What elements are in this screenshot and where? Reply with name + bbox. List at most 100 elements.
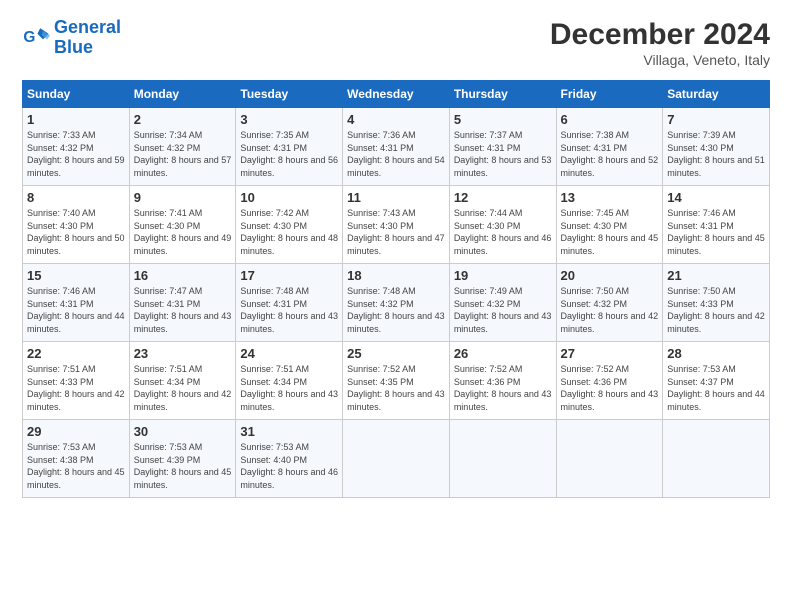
logo: G General Blue	[22, 18, 121, 58]
day-cell: 15 Sunrise: 7:46 AMSunset: 4:31 PMDayligh…	[23, 264, 130, 342]
day-cell: 11 Sunrise: 7:43 AMSunset: 4:30 PMDayligh…	[343, 186, 450, 264]
day-number: 21	[667, 268, 765, 283]
logo-blue: Blue	[54, 38, 121, 58]
day-number: 9	[134, 190, 232, 205]
day-number: 10	[240, 190, 338, 205]
day-cell: 24Sunrise: 7:51 AMSunset: 4:34 PMDayligh…	[236, 342, 343, 420]
day-info: Sunrise: 7:50 AMSunset: 4:33 PMDaylight:…	[667, 285, 765, 335]
day-cell: 17 Sunrise: 7:48 AMSunset: 4:31 PMDayligh…	[236, 264, 343, 342]
day-info: Sunrise: 7:41 AMSunset: 4:30 PMDaylight:…	[134, 207, 232, 257]
day-number: 14	[667, 190, 765, 205]
day-number: 8	[27, 190, 125, 205]
day-cell: 20Sunrise: 7:50 AMSunset: 4:32 PMDayligh…	[556, 264, 663, 342]
day-number: 18	[347, 268, 445, 283]
logo-general: General	[54, 17, 121, 37]
day-number: 22	[27, 346, 125, 361]
day-number: 28	[667, 346, 765, 361]
day-info: Sunrise: 7:34 AMSunset: 4:32 PMDaylight:…	[134, 129, 232, 179]
day-number: 7	[667, 112, 765, 127]
day-cell: 13Sunrise: 7:45 AMSunset: 4:30 PMDayligh…	[556, 186, 663, 264]
col-header-thursday: Thursday	[449, 81, 556, 108]
day-cell: 27 Sunrise: 7:52 AMSunset: 4:36 PMDayligh…	[556, 342, 663, 420]
day-cell	[343, 420, 450, 498]
day-cell: 4Sunrise: 7:36 AMSunset: 4:31 PMDaylight…	[343, 108, 450, 186]
day-cell: 22Sunrise: 7:51 AMSunset: 4:33 PMDayligh…	[23, 342, 130, 420]
day-cell: 8 Sunrise: 7:40 AMSunset: 4:30 PMDaylight…	[23, 186, 130, 264]
header-row: SundayMondayTuesdayWednesdayThursdayFrid…	[23, 81, 770, 108]
day-info: Sunrise: 7:46 AMSunset: 4:31 PMDaylight:…	[667, 207, 765, 257]
day-cell: 28 Sunrise: 7:53 AMSunset: 4:37 PMDayligh…	[663, 342, 770, 420]
day-cell	[449, 420, 556, 498]
day-number: 24	[240, 346, 338, 361]
day-info: Sunrise: 7:51 AMSunset: 4:34 PMDaylight:…	[134, 363, 232, 413]
svg-text:G: G	[23, 29, 35, 46]
day-info: Sunrise: 7:35 AMSunset: 4:31 PMDaylight:…	[240, 129, 338, 179]
day-info: Sunrise: 7:33 AMSunset: 4:32 PMDaylight:…	[27, 129, 125, 179]
week-row-5: 29 Sunrise: 7:53 AMSunset: 4:38 PMDayligh…	[23, 420, 770, 498]
day-info: Sunrise: 7:52 AMSunset: 4:36 PMDaylight:…	[561, 363, 659, 413]
day-number: 19	[454, 268, 552, 283]
col-header-sunday: Sunday	[23, 81, 130, 108]
week-row-3: 15 Sunrise: 7:46 AMSunset: 4:31 PMDayligh…	[23, 264, 770, 342]
day-cell: 25Sunrise: 7:52 AMSunset: 4:35 PMDayligh…	[343, 342, 450, 420]
week-row-1: 1 Sunrise: 7:33 AMSunset: 4:32 PMDaylight…	[23, 108, 770, 186]
day-info: Sunrise: 7:40 AMSunset: 4:30 PMDaylight:…	[27, 207, 125, 257]
day-info: Sunrise: 7:36 AMSunset: 4:31 PMDaylight:…	[347, 129, 445, 179]
day-cell: 5 Sunrise: 7:37 AMSunset: 4:31 PMDaylight…	[449, 108, 556, 186]
day-number: 2	[134, 112, 232, 127]
day-cell	[663, 420, 770, 498]
day-cell: 31 Sunrise: 7:53 AMSunset: 4:40 PMDayligh…	[236, 420, 343, 498]
col-header-wednesday: Wednesday	[343, 81, 450, 108]
day-info: Sunrise: 7:42 AMSunset: 4:30 PMDaylight:…	[240, 207, 338, 257]
day-cell: 29 Sunrise: 7:53 AMSunset: 4:38 PMDayligh…	[23, 420, 130, 498]
day-cell: 10 Sunrise: 7:42 AMSunset: 4:30 PMDayligh…	[236, 186, 343, 264]
day-cell: 3Sunrise: 7:35 AMSunset: 4:31 PMDaylight…	[236, 108, 343, 186]
main-title: December 2024	[550, 18, 770, 52]
week-row-2: 8 Sunrise: 7:40 AMSunset: 4:30 PMDaylight…	[23, 186, 770, 264]
day-number: 1	[27, 112, 125, 127]
col-header-monday: Monday	[129, 81, 236, 108]
day-number: 15	[27, 268, 125, 283]
day-cell: 26Sunrise: 7:52 AMSunset: 4:36 PMDayligh…	[449, 342, 556, 420]
day-number: 29	[27, 424, 125, 439]
day-info: Sunrise: 7:52 AMSunset: 4:36 PMDaylight:…	[454, 363, 552, 413]
day-info: Sunrise: 7:44 AMSunset: 4:30 PMDaylight:…	[454, 207, 552, 257]
day-cell: 2 Sunrise: 7:34 AMSunset: 4:32 PMDaylight…	[129, 108, 236, 186]
day-cell: 30 Sunrise: 7:53 AMSunset: 4:39 PMDayligh…	[129, 420, 236, 498]
day-info: Sunrise: 7:37 AMSunset: 4:31 PMDaylight:…	[454, 129, 552, 179]
day-number: 11	[347, 190, 445, 205]
day-number: 31	[240, 424, 338, 439]
day-info: Sunrise: 7:49 AMSunset: 4:32 PMDaylight:…	[454, 285, 552, 335]
day-info: Sunrise: 7:53 AMSunset: 4:40 PMDaylight:…	[240, 441, 338, 491]
day-cell: 21 Sunrise: 7:50 AMSunset: 4:33 PMDayligh…	[663, 264, 770, 342]
day-number: 13	[561, 190, 659, 205]
day-info: Sunrise: 7:48 AMSunset: 4:32 PMDaylight:…	[347, 285, 445, 335]
day-cell: 12 Sunrise: 7:44 AMSunset: 4:30 PMDayligh…	[449, 186, 556, 264]
day-number: 27	[561, 346, 659, 361]
day-info: Sunrise: 7:53 AMSunset: 4:39 PMDaylight:…	[134, 441, 232, 491]
day-info: Sunrise: 7:53 AMSunset: 4:37 PMDaylight:…	[667, 363, 765, 413]
day-cell: 16Sunrise: 7:47 AMSunset: 4:31 PMDayligh…	[129, 264, 236, 342]
day-info: Sunrise: 7:38 AMSunset: 4:31 PMDaylight:…	[561, 129, 659, 179]
day-number: 5	[454, 112, 552, 127]
day-number: 12	[454, 190, 552, 205]
day-cell: 7Sunrise: 7:39 AMSunset: 4:30 PMDaylight…	[663, 108, 770, 186]
day-info: Sunrise: 7:48 AMSunset: 4:31 PMDaylight:…	[240, 285, 338, 335]
day-info: Sunrise: 7:53 AMSunset: 4:38 PMDaylight:…	[27, 441, 125, 491]
day-cell: 18 Sunrise: 7:48 AMSunset: 4:32 PMDayligh…	[343, 264, 450, 342]
day-number: 30	[134, 424, 232, 439]
title-block: December 2024 Villaga, Veneto, Italy	[550, 18, 770, 68]
day-cell	[556, 420, 663, 498]
subtitle: Villaga, Veneto, Italy	[550, 52, 770, 68]
calendar-table: SundayMondayTuesdayWednesdayThursdayFrid…	[22, 80, 770, 498]
day-info: Sunrise: 7:43 AMSunset: 4:30 PMDaylight:…	[347, 207, 445, 257]
day-info: Sunrise: 7:46 AMSunset: 4:31 PMDaylight:…	[27, 285, 125, 335]
day-number: 17	[240, 268, 338, 283]
day-cell: 1 Sunrise: 7:33 AMSunset: 4:32 PMDaylight…	[23, 108, 130, 186]
day-cell: 9 Sunrise: 7:41 AMSunset: 4:30 PMDaylight…	[129, 186, 236, 264]
day-number: 23	[134, 346, 232, 361]
day-info: Sunrise: 7:47 AMSunset: 4:31 PMDaylight:…	[134, 285, 232, 335]
day-cell: 14 Sunrise: 7:46 AMSunset: 4:31 PMDayligh…	[663, 186, 770, 264]
col-header-saturday: Saturday	[663, 81, 770, 108]
logo-icon: G	[22, 24, 50, 52]
